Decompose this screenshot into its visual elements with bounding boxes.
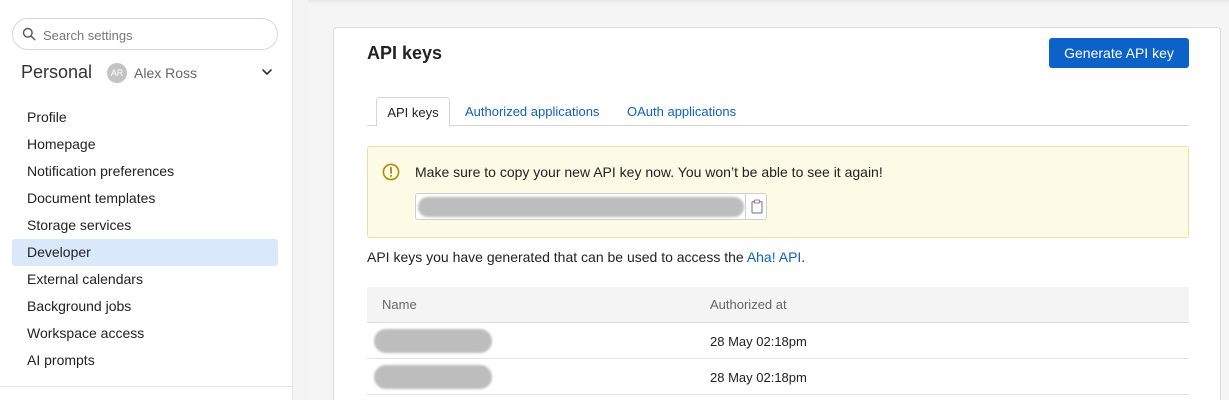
new-key-alert: Make sure to copy your new API key now. … (367, 146, 1189, 238)
api-description: API keys you have generated that can be … (367, 249, 805, 265)
search-input[interactable] (43, 25, 268, 45)
clipboard-icon (751, 199, 763, 214)
redacted-key-name (374, 329, 492, 353)
column-header-name: Name (382, 297, 417, 312)
tab-oauth-applications[interactable]: OAuth applications (627, 97, 736, 126)
description-text: API keys you have generated that can be … (367, 249, 747, 265)
aha-api-link[interactable]: Aha! API (747, 249, 801, 265)
sidebar-item-homepage[interactable]: Homepage (12, 131, 278, 158)
settings-sidebar: Personal AR Alex Ross Profile Homepage N… (0, 0, 293, 400)
search-box[interactable] (12, 18, 278, 50)
sidebar-item-profile[interactable]: Profile (12, 104, 278, 131)
main-gutter (294, 0, 308, 400)
settings-nav: Profile Homepage Notification preference… (12, 104, 278, 374)
generate-api-key-button[interactable]: Generate API key (1049, 38, 1189, 68)
tab-authorized-applications[interactable]: Authorized applications (465, 97, 599, 126)
avatar: AR (107, 63, 127, 83)
top-shadow (294, 0, 1229, 4)
workspace-switcher[interactable]: Personal AR Alex Ross (21, 61, 279, 87)
table-row: 28 May 02:18pm (367, 359, 1189, 395)
tab-api-keys[interactable]: API keys (376, 97, 450, 127)
redacted-key-name (374, 365, 492, 389)
page-title: API keys (367, 43, 443, 63)
user-name: Alex Ross (134, 65, 198, 81)
search-icon (22, 27, 36, 41)
api-keys-table: Name Authorized at 28 May 02:18pm 28 May… (367, 287, 1189, 395)
sidebar-item-notification-preferences[interactable]: Notification preferences (12, 158, 278, 185)
workspace-name: Personal (21, 62, 93, 82)
description-suffix: . (801, 249, 806, 265)
sidebar-item-ai-prompts[interactable]: AI prompts (12, 347, 278, 374)
tab-bar: API keys Authorized applications OAuth a… (367, 97, 1189, 127)
alert-message: Make sure to copy your new API key now. … (415, 164, 883, 180)
redacted-api-key (418, 197, 744, 217)
sidebar-item-workspace-access[interactable]: Workspace access (12, 320, 278, 347)
api-keys-panel: API keys Generate API key API keys Autho… (333, 27, 1221, 400)
table-row: 28 May 02:18pm (367, 323, 1189, 359)
copy-button[interactable] (745, 194, 767, 219)
authorized-at-cell: 28 May 02:18pm (710, 334, 807, 349)
sidebar-item-developer[interactable]: Developer (12, 239, 278, 266)
sidebar-item-storage-services[interactable]: Storage services (12, 212, 278, 239)
api-key-field[interactable] (415, 193, 767, 220)
warning-icon (382, 163, 400, 181)
sidebar-item-background-jobs[interactable]: Background jobs (12, 293, 278, 320)
authorized-at-cell: 28 May 02:18pm (710, 370, 807, 385)
column-header-authorized-at: Authorized at (710, 297, 787, 312)
sidebar-item-external-calendars[interactable]: External calendars (12, 266, 278, 293)
sidebar-divider (0, 386, 293, 387)
chevron-down-icon[interactable] (261, 66, 273, 78)
table-header: Name Authorized at (367, 287, 1189, 323)
sidebar-item-document-templates[interactable]: Document templates (12, 185, 278, 212)
